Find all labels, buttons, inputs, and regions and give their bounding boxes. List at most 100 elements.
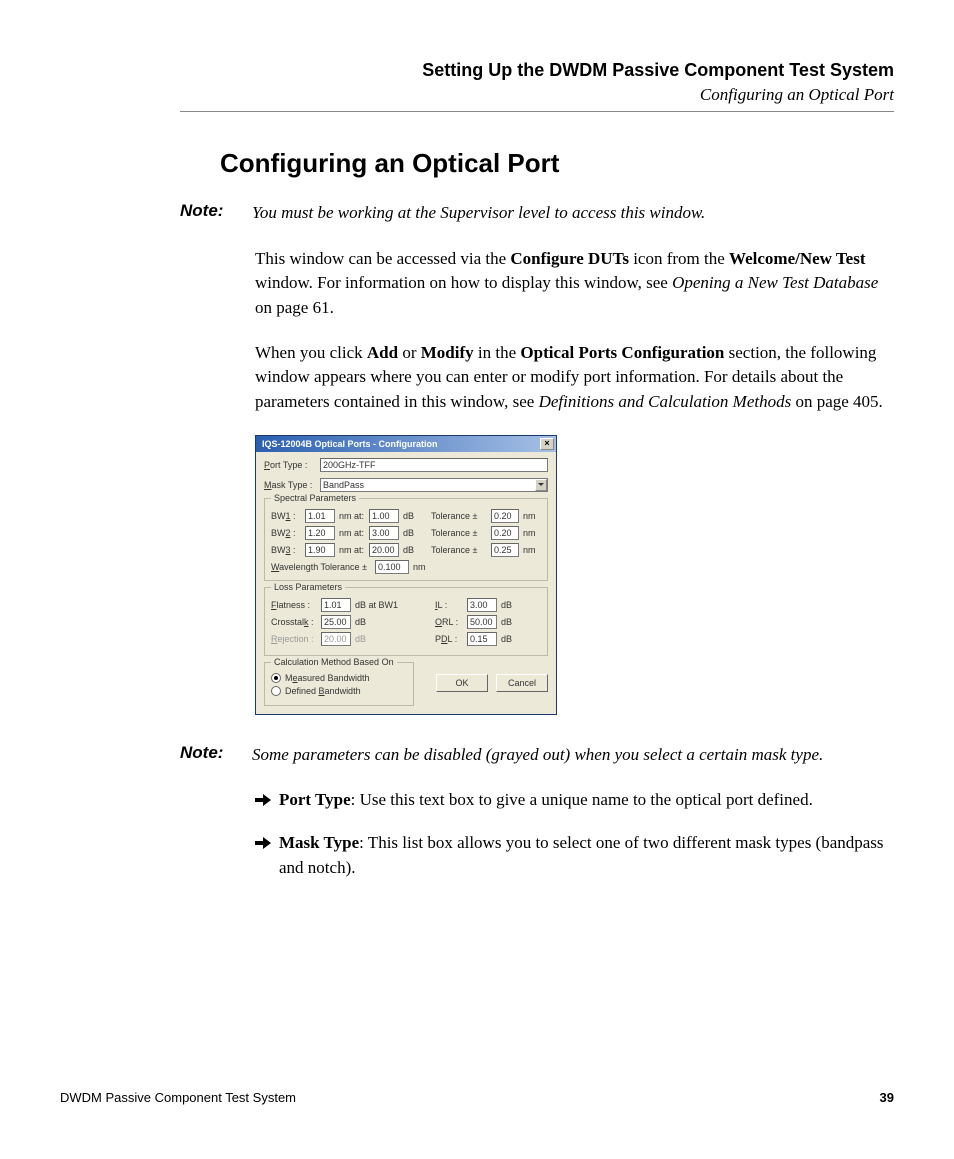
bw3-tol-input[interactable]: 0.25 [491, 543, 519, 557]
text-bold: Optical Ports Configuration [520, 343, 724, 362]
note-block-2: Note: Some parameters can be disabled (g… [180, 743, 894, 767]
chapter-title: Setting Up the DWDM Passive Component Te… [180, 60, 894, 81]
bw2-label: BW2 : [271, 528, 301, 538]
cancel-button[interactable]: Cancel [496, 674, 548, 692]
spectral-parameters-group: Spectral Parameters BW1 : 1.01 nm at: 1.… [264, 498, 548, 581]
list-item: Port Type: Use this text box to give a u… [255, 788, 894, 813]
text: icon from the [629, 249, 729, 268]
radio-icon[interactable] [271, 673, 281, 683]
wavelength-tolerance-input[interactable]: 0.100 [375, 560, 409, 574]
page-header: Setting Up the DWDM Passive Component Te… [180, 60, 894, 112]
il-label: IL : [435, 600, 463, 610]
dialog-title: IQS-12004B Optical Ports - Configuration [262, 439, 540, 449]
tolerance-label: Tolerance ± [431, 545, 487, 555]
list-text: Port Type: Use this text box to give a u… [279, 788, 894, 813]
il-input[interactable]: 3.00 [467, 598, 497, 612]
unit-label: nm [413, 562, 426, 572]
radio-label: Defined Bandwidth [285, 686, 361, 696]
crosstalk-input[interactable]: 25.00 [321, 615, 351, 629]
text-bold: Add [367, 343, 398, 362]
pdl-label: PDL : [435, 634, 463, 644]
defined-bandwidth-radio-row[interactable]: Defined Bandwidth [271, 686, 407, 696]
arrow-right-icon [255, 788, 279, 813]
unit-label: dB [501, 634, 517, 644]
section-subtitle: Configuring an Optical Port [180, 85, 894, 105]
bw3-value-input[interactable]: 1.90 [305, 543, 335, 557]
header-rule [180, 111, 894, 112]
group-title: Spectral Parameters [271, 493, 359, 503]
text: in the [474, 343, 521, 362]
flatness-input[interactable]: 1.01 [321, 598, 351, 612]
calculation-method-group: Calculation Method Based On Measured Ban… [264, 662, 414, 706]
note-label: Note: [180, 743, 252, 767]
optical-ports-config-dialog: IQS-12004B Optical Ports - Configuration… [255, 435, 557, 715]
dialog-titlebar: IQS-12004B Optical Ports - Configuration… [256, 436, 556, 452]
unit-label: dB at BW1 [355, 600, 401, 610]
unit-label: nm at: [339, 511, 365, 521]
unit-label: dB [501, 600, 517, 610]
unit-label: dB [403, 545, 419, 555]
bw2-row: BW2 : 1.20 nm at: 3.00 dB Tolerance ± 0.… [271, 526, 541, 540]
list-text: Mask Type: This list box allows you to s… [279, 831, 894, 880]
chevron-down-icon[interactable] [535, 479, 547, 491]
section-heading: Configuring an Optical Port [220, 148, 894, 179]
unit-label: nm [523, 545, 539, 555]
port-type-input[interactable]: 200GHz-TFF [320, 458, 548, 472]
bw2-tol-input[interactable]: 0.20 [491, 526, 519, 540]
text-italic: Opening a New Test Database [672, 273, 878, 292]
unit-label: nm [523, 528, 539, 538]
mask-type-select[interactable]: BandPass [320, 478, 548, 492]
bw3-at-input[interactable]: 20.00 [369, 543, 399, 557]
page-number: 39 [880, 1090, 894, 1105]
text: This window can be accessed via the [255, 249, 510, 268]
measured-bandwidth-radio-row[interactable]: Measured Bandwidth [271, 673, 407, 683]
text: When you click [255, 343, 367, 362]
orl-input[interactable]: 50.00 [467, 615, 497, 629]
text: on page 61. [255, 298, 334, 317]
arrow-right-icon [255, 831, 279, 880]
port-type-label: Port Type : [264, 460, 320, 470]
orl-label: ORL : [435, 617, 463, 627]
text: : Use this text box to give a unique nam… [351, 790, 813, 809]
ok-button[interactable]: OK [436, 674, 488, 692]
mask-type-value: BandPass [323, 480, 364, 490]
close-icon[interactable]: × [540, 438, 554, 450]
note-text: You must be working at the Supervisor le… [252, 201, 894, 225]
flatness-label: Flatness : [271, 600, 317, 610]
unit-label: dB [403, 511, 419, 521]
bw2-at-input[interactable]: 3.00 [369, 526, 399, 540]
bw1-row: BW1 : 1.01 nm at: 1.00 dB Tolerance ± 0.… [271, 509, 541, 523]
note-text: Some parameters can be disabled (grayed … [252, 743, 894, 767]
bw1-label: BW1 : [271, 511, 301, 521]
text-bold: Mask Type [279, 833, 359, 852]
bullet-list: Port Type: Use this text box to give a u… [255, 788, 894, 880]
tolerance-label: Tolerance ± [431, 528, 487, 538]
wavelength-tolerance-row: Wavelength Tolerance ± 0.100 nm [271, 560, 541, 574]
wavelength-tolerance-label: Wavelength Tolerance ± [271, 562, 371, 572]
rejection-row: Rejection : 20.00 dB PDL : 0.15 dB [271, 632, 541, 646]
unit-label: dB [403, 528, 419, 538]
text: window. For information on how to displa… [255, 273, 672, 292]
note-label: Note: [180, 201, 252, 225]
note-block-1: Note: You must be working at the Supervi… [180, 201, 894, 225]
radio-label: Measured Bandwidth [285, 673, 370, 683]
bw2-value-input[interactable]: 1.20 [305, 526, 335, 540]
pdl-input[interactable]: 0.15 [467, 632, 497, 646]
unit-label: dB [355, 634, 401, 644]
rejection-input: 20.00 [321, 632, 351, 646]
text: : This list box allows you to select one… [279, 833, 884, 877]
list-item: Mask Type: This list box allows you to s… [255, 831, 894, 880]
unit-label: nm at: [339, 528, 365, 538]
bw1-value-input[interactable]: 1.01 [305, 509, 335, 523]
bw1-at-input[interactable]: 1.00 [369, 509, 399, 523]
text-bold: Port Type [279, 790, 351, 809]
paragraph-1: This window can be accessed via the Conf… [255, 247, 894, 321]
bw1-tol-input[interactable]: 0.20 [491, 509, 519, 523]
group-title: Calculation Method Based On [271, 657, 397, 667]
unit-label: nm at: [339, 545, 365, 555]
radio-icon[interactable] [271, 686, 281, 696]
footer-text: DWDM Passive Component Test System [60, 1090, 296, 1105]
text-bold: Welcome/New Test [729, 249, 865, 268]
mask-type-label: Mask Type : [264, 480, 320, 490]
rejection-label: Rejection : [271, 634, 317, 644]
